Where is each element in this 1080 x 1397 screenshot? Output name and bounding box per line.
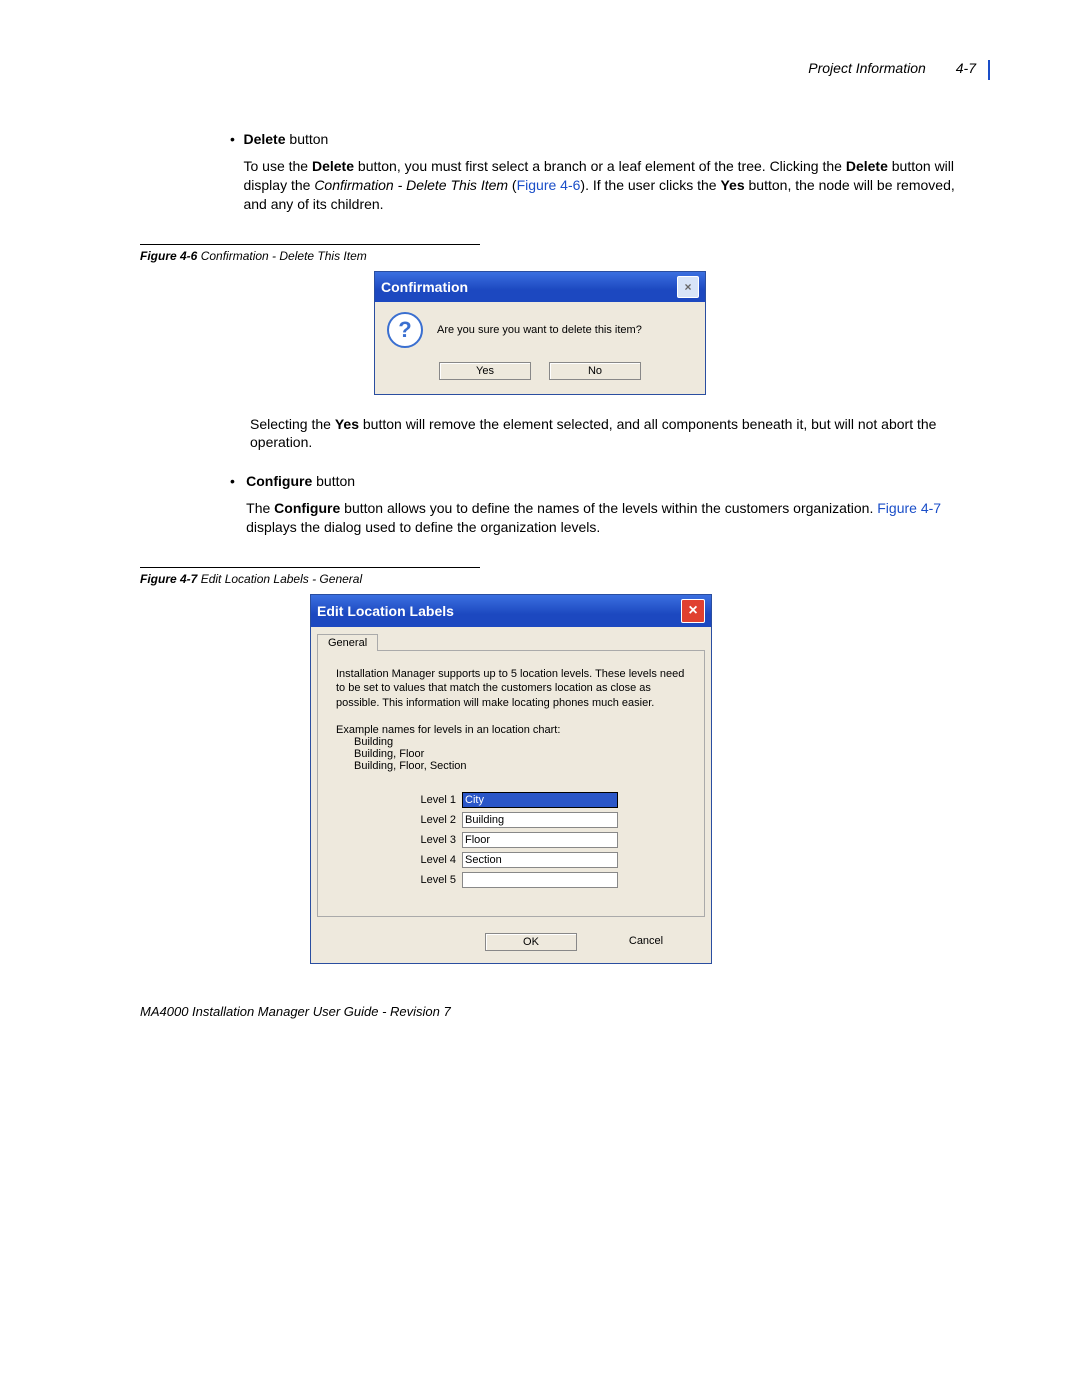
no-button[interactable]: No	[549, 362, 641, 380]
edit-location-dialog: Edit Location Labels × General Installat…	[310, 594, 712, 964]
tab-general[interactable]: General	[317, 634, 378, 651]
figref-4-7[interactable]: Figure 4-7	[877, 500, 941, 516]
ok-button[interactable]: OK	[485, 933, 577, 951]
tab-page-general: Installation Manager supports up to 5 lo…	[317, 650, 705, 917]
level-4-input[interactable]	[462, 852, 618, 868]
configure-heading-rest: button	[312, 473, 355, 489]
level-2-input[interactable]	[462, 812, 618, 828]
examples-block: Example names for levels in an location …	[336, 724, 686, 772]
delete-heading-strong: Delete	[243, 131, 285, 147]
page-number: 4-7	[956, 60, 976, 76]
level-1-input[interactable]	[462, 792, 618, 808]
level-5-input[interactable]	[462, 872, 618, 888]
level-4-label: Level 4	[404, 854, 456, 866]
cancel-button[interactable]: Cancel	[601, 933, 691, 951]
level-3-input[interactable]	[462, 832, 618, 848]
edit-location-titlebar: Edit Location Labels ×	[311, 595, 711, 627]
level-2-label: Level 2	[404, 814, 456, 826]
dialog-description: Installation Manager supports up to 5 lo…	[336, 667, 686, 710]
figure-4-7-caption: Figure 4-7 Edit Location Labels - Genera…	[140, 567, 480, 586]
figure-4-6-caption: Figure 4-6 Confirmation - Delete This It…	[140, 244, 480, 263]
section-title: Project Information	[808, 60, 926, 76]
close-icon[interactable]: ×	[681, 599, 705, 623]
confirmation-titlebar: Confirmation ×	[375, 272, 705, 302]
bullet-icon: •	[230, 130, 235, 234]
question-icon: ?	[387, 312, 423, 348]
level-1-label: Level 1	[404, 794, 456, 806]
yes-button[interactable]: Yes	[439, 362, 531, 380]
page-footer: MA4000 Installation Manager User Guide -…	[140, 1004, 990, 1019]
level-3-label: Level 3	[404, 834, 456, 846]
configure-paragraph-1: The Configure button allows you to defin…	[246, 499, 960, 537]
level-5-label: Level 5	[404, 874, 456, 886]
bullet-configure: • Configure button The Configure button …	[230, 472, 960, 557]
edit-location-title: Edit Location Labels	[317, 603, 454, 619]
delete-paragraph-1: To use the Delete button, you must first…	[243, 157, 960, 214]
figref-4-6[interactable]: Figure 4-6	[517, 177, 581, 193]
page-header: Project Information 4-7	[90, 60, 990, 80]
confirmation-title: Confirmation	[381, 279, 468, 295]
delete-paragraph-2: Selecting the Yes button will remove the…	[250, 415, 960, 453]
confirmation-message: Are you sure you want to delete this ite…	[437, 324, 642, 336]
bullet-icon: •	[230, 472, 238, 557]
close-icon[interactable]: ×	[677, 276, 699, 298]
bullet-delete: • Delete button To use the Delete button…	[230, 130, 960, 234]
configure-heading-strong: Configure	[246, 473, 312, 489]
delete-heading-rest: button	[286, 131, 329, 147]
confirmation-dialog: Confirmation × ? Are you sure you want t…	[374, 271, 706, 395]
